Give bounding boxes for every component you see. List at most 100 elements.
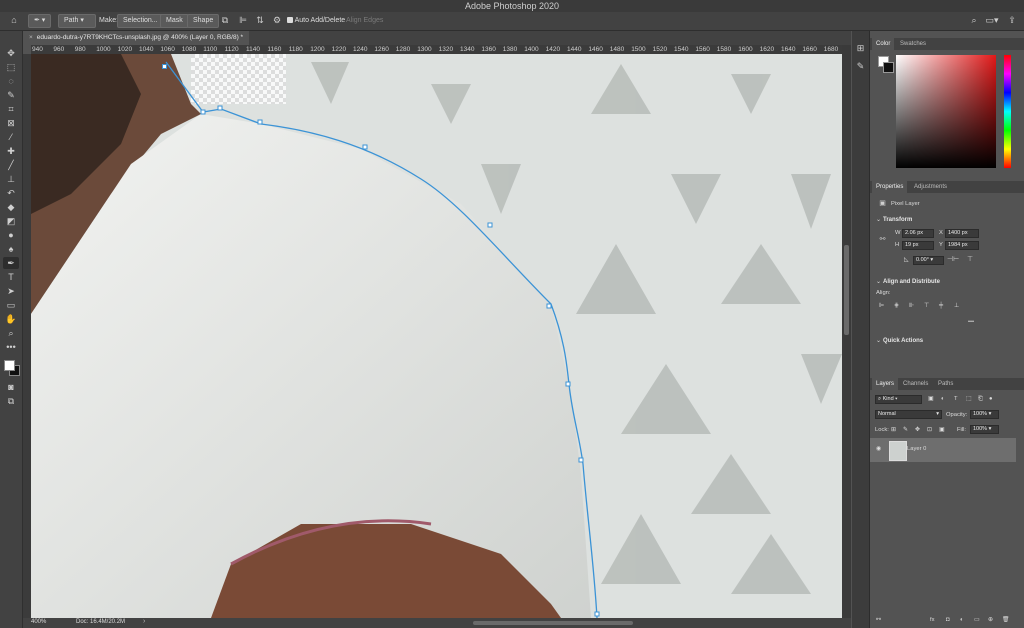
opacity-field[interactable]: 100% ▾ bbox=[970, 410, 999, 419]
home-icon[interactable]: ⌂ bbox=[8, 15, 20, 25]
lock-image-icon[interactable]: ✎ bbox=[903, 427, 908, 433]
path-selection-tool-icon[interactable]: ➤ bbox=[3, 285, 19, 297]
layer-filter-select[interactable]: ⌕ Kind ▾ bbox=[875, 395, 922, 404]
make-selection-button[interactable]: Selection... bbox=[117, 14, 164, 28]
dodge-tool-icon[interactable]: ♠ bbox=[3, 243, 19, 255]
align-vertical-centers-icon[interactable]: ╪ bbox=[939, 303, 943, 309]
align-edges-checkbox[interactable]: Align Edges bbox=[346, 15, 383, 27]
lock-position-icon[interactable]: ✥ bbox=[915, 427, 920, 433]
auto-add-delete-checkbox[interactable]: Auto Add/Delete bbox=[287, 15, 345, 27]
tab-color[interactable]: Color bbox=[872, 38, 895, 50]
hue-slider[interactable] bbox=[1004, 55, 1011, 168]
tab-adjustments[interactable]: Adjustments bbox=[910, 181, 951, 193]
gear-icon[interactable]: ⚙ bbox=[271, 15, 283, 25]
filter-adjustment-icon[interactable]: ◐ bbox=[941, 396, 945, 402]
history-brush-tool-icon[interactable]: ↶ bbox=[3, 187, 19, 199]
quick-actions-section-title[interactable]: Quick Actions bbox=[883, 338, 923, 344]
foreground-background-color[interactable] bbox=[3, 359, 20, 376]
pen-tool-preset-picker[interactable]: ✒ ▾ bbox=[28, 14, 52, 28]
fill-field[interactable]: 100% ▾ bbox=[970, 425, 999, 434]
eyedropper-tool-icon[interactable]: ⁄ bbox=[3, 131, 19, 143]
lock-transparent-icon[interactable]: ⊞ bbox=[891, 427, 896, 433]
frame-tool-icon[interactable]: ⊠ bbox=[3, 117, 19, 129]
layer-row[interactable]: ◉ Layer 0 bbox=[870, 438, 1016, 462]
marquee-tool-icon[interactable]: ⬚ bbox=[3, 61, 19, 73]
path-operations-icon[interactable]: ⧉ bbox=[219, 15, 231, 25]
healing-brush-tool-icon[interactable]: ✚ bbox=[3, 145, 19, 157]
filter-shape-icon[interactable]: ⬚ bbox=[966, 396, 971, 402]
flip-vertical-icon[interactable]: ⊤ bbox=[965, 255, 975, 265]
path-arrangement-icon[interactable]: ⇅ bbox=[254, 15, 266, 25]
height-field[interactable]: 19 px bbox=[902, 241, 934, 250]
clone-stamp-tool-icon[interactable]: ⊥ bbox=[3, 173, 19, 185]
eraser-tool-icon[interactable]: ◆ bbox=[3, 201, 19, 213]
tab-swatches[interactable]: Swatches bbox=[896, 38, 930, 50]
filter-type-icon[interactable]: T bbox=[954, 396, 958, 402]
history-panel-icon[interactable]: ⊞ bbox=[855, 43, 866, 53]
zoom-level[interactable]: 400% bbox=[31, 619, 46, 625]
tab-layers[interactable]: Layers bbox=[872, 378, 899, 390]
path-alignment-icon[interactable]: ⊫ bbox=[237, 15, 249, 25]
layer-thumbnail[interactable] bbox=[889, 441, 907, 461]
flip-horizontal-icon[interactable]: ⊣⊢ bbox=[947, 255, 959, 265]
make-shape-button[interactable]: Shape bbox=[187, 14, 220, 28]
document-canvas[interactable] bbox=[31, 54, 842, 618]
blur-tool-icon[interactable]: ● bbox=[3, 229, 19, 241]
align-top-edges-icon[interactable]: ⊤ bbox=[924, 303, 929, 309]
crop-tool-icon[interactable]: ⌗ bbox=[3, 103, 19, 115]
horizontal-scrollbar[interactable] bbox=[473, 621, 633, 625]
lock-artboard-icon[interactable]: ⊡ bbox=[927, 427, 932, 433]
foreground-color-swatch[interactable] bbox=[4, 360, 15, 371]
tool-mode-select[interactable]: Path ▾ bbox=[58, 14, 96, 28]
tab-channels[interactable]: Channels bbox=[899, 378, 932, 390]
document-tab[interactable]: × eduardo-dutra-y7RT9KHCTcs-unsplash.jpg … bbox=[23, 31, 250, 45]
y-field[interactable]: 1984 px bbox=[945, 241, 979, 250]
link-layers-icon[interactable]: ⚯ bbox=[876, 617, 881, 623]
quick-selection-tool-icon[interactable]: ✎ bbox=[3, 89, 19, 101]
align-right-edges-icon[interactable]: ⊪ bbox=[909, 303, 914, 309]
align-left-edges-icon[interactable]: ⊫ bbox=[879, 303, 884, 309]
lock-all-icon[interactable]: ▣ bbox=[939, 427, 944, 433]
chevron-down-icon[interactable]: ⌄ bbox=[876, 217, 881, 223]
workspace-icon[interactable]: ▭▾ bbox=[985, 15, 999, 25]
trash-icon[interactable]: 🗑 bbox=[1002, 617, 1009, 623]
more-options-icon[interactable]: ••• bbox=[968, 319, 974, 325]
tab-properties[interactable]: Properties bbox=[872, 181, 908, 193]
new-adjustment-layer-icon[interactable]: ◐ bbox=[960, 617, 964, 623]
eye-icon[interactable]: ◉ bbox=[876, 446, 881, 452]
quick-mask-icon[interactable]: ◙ bbox=[3, 381, 19, 393]
layer-name[interactable]: Layer 0 bbox=[907, 446, 926, 452]
share-icon[interactable]: ⇪ bbox=[1006, 15, 1018, 25]
new-layer-icon[interactable]: ⊕ bbox=[988, 617, 993, 623]
scrollbar-thumb[interactable] bbox=[844, 245, 849, 335]
hand-tool-icon[interactable]: ✋ bbox=[3, 313, 19, 325]
filter-smart-object-icon[interactable]: ⎗ bbox=[978, 396, 983, 403]
search-icon[interactable]: ⌕ bbox=[968, 15, 980, 25]
chevron-down-icon[interactable]: ⌄ bbox=[876, 338, 881, 344]
background-color-chip[interactable] bbox=[883, 62, 894, 73]
vertical-scrollbar[interactable] bbox=[842, 45, 851, 618]
transform-section-title[interactable]: Transform bbox=[883, 217, 912, 223]
type-tool-icon[interactable]: T bbox=[3, 271, 19, 283]
layer-style-icon[interactable]: fx bbox=[930, 617, 935, 623]
align-distribute-section-title[interactable]: Align and Distribute bbox=[883, 279, 940, 285]
chevron-down-icon[interactable]: ⌄ bbox=[876, 279, 881, 285]
tab-paths[interactable]: Paths bbox=[934, 378, 957, 390]
gradient-tool-icon[interactable]: ◩ bbox=[3, 215, 19, 227]
filter-pixel-icon[interactable]: ▣ bbox=[928, 396, 933, 402]
screen-mode-icon[interactable]: ⧉ bbox=[3, 395, 19, 407]
status-menu-icon[interactable]: › bbox=[143, 618, 145, 625]
filter-toggle-icon[interactable]: ● bbox=[989, 396, 993, 402]
link-icon[interactable]: ⚯ bbox=[878, 235, 887, 245]
blend-mode-select[interactable]: Normal ▾ bbox=[875, 410, 942, 419]
add-mask-icon[interactable]: ◘ bbox=[946, 617, 950, 623]
new-group-icon[interactable]: ▭ bbox=[974, 617, 979, 623]
rectangle-tool-icon[interactable]: ▭ bbox=[3, 299, 19, 311]
color-picker-field[interactable] bbox=[896, 55, 996, 168]
brush-settings-icon[interactable]: ✎ bbox=[855, 61, 866, 71]
width-field[interactable]: 2.06 px bbox=[902, 229, 934, 238]
align-horizontal-centers-icon[interactable]: ⋕ bbox=[894, 303, 899, 309]
brush-tool-icon[interactable]: ╱ bbox=[3, 159, 19, 171]
angle-field[interactable]: 0.00° ▾ bbox=[913, 256, 944, 265]
make-mask-button[interactable]: Mask bbox=[160, 14, 189, 28]
